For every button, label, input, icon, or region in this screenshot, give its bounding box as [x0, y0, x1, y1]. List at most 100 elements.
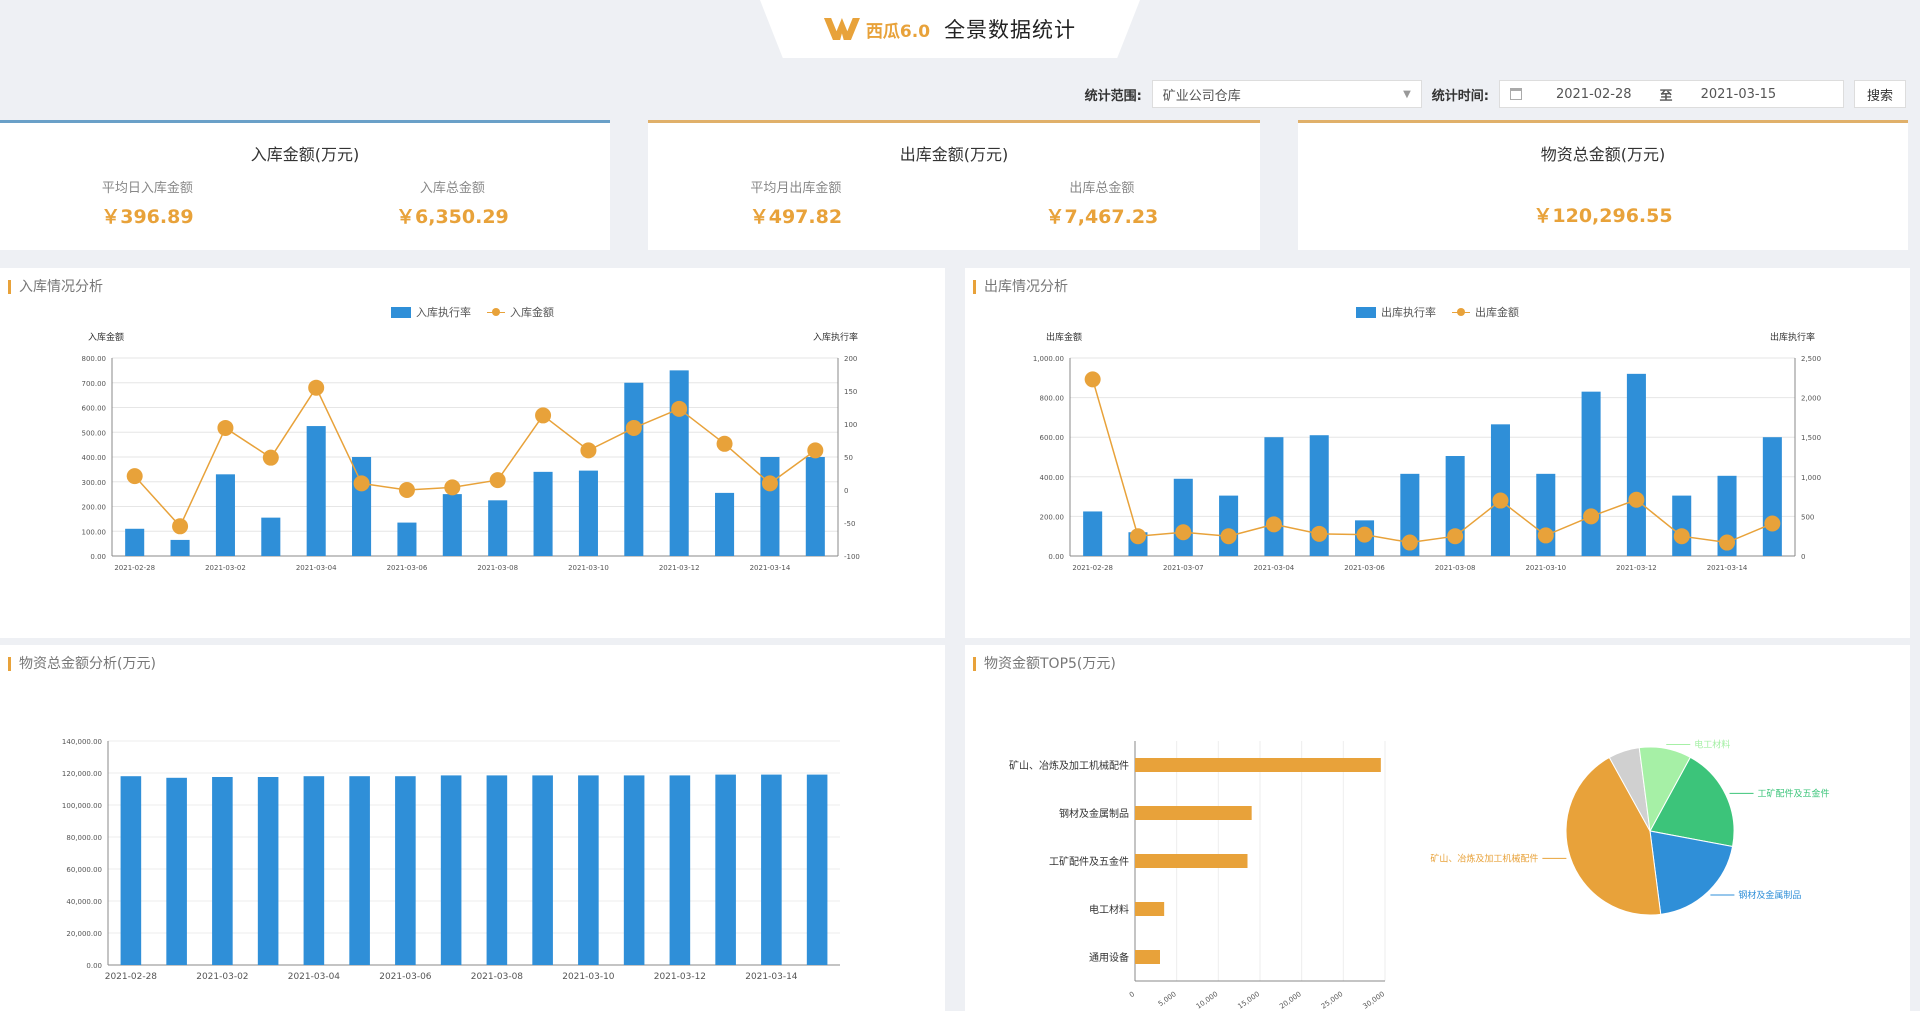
slice-label: 工矿配件及五金件	[1758, 787, 1830, 799]
line-point	[1719, 534, 1736, 551]
x-tick-label: 2021-03-08	[471, 972, 524, 982]
category-label: 通用设备	[1089, 951, 1129, 964]
kpi-sub-label: 入库总金额	[419, 181, 485, 196]
x-tick-label: 20,000	[1278, 990, 1303, 1011]
bar	[669, 370, 689, 556]
bar	[125, 528, 145, 556]
line-point	[807, 442, 824, 459]
bar	[1626, 373, 1646, 556]
y-tick-label: 140,000.00	[62, 738, 102, 746]
line-point	[308, 379, 325, 396]
x-tick-label: 2021-03-10	[562, 972, 615, 982]
line-point	[262, 449, 279, 466]
x-tick-label: 2021-03-14	[1707, 564, 1748, 572]
line-point	[217, 419, 234, 436]
bar	[761, 774, 782, 965]
search-button[interactable]: 搜索	[1853, 80, 1906, 108]
series-line	[1091, 379, 1773, 544]
bar	[303, 776, 325, 965]
kpi-value: ￥396.89	[101, 206, 194, 228]
y-tick-label: 0.00	[1048, 553, 1064, 561]
line-point	[1537, 527, 1554, 544]
y2-tick-label: 500	[1801, 513, 1814, 521]
bar	[623, 775, 645, 965]
y2-tick-label: 1,000	[1801, 474, 1821, 482]
x-tick-label: 2021-02-28	[105, 972, 158, 982]
kpi-value: ￥497.82	[749, 206, 843, 228]
y2-tick-label: 1,500	[1801, 434, 1821, 442]
bar	[1536, 473, 1556, 556]
line-point	[353, 475, 370, 492]
line-point	[1764, 515, 1781, 532]
scope-select[interactable]: 矿业公司仓库 ▼	[1151, 80, 1422, 108]
bar	[306, 426, 326, 556]
filter-bar: 统计范围: 矿业公司仓库 ▼ 统计时间: 2021-02-28 至 2021-0…	[1085, 80, 1906, 108]
x-tick-label: 15,000	[1236, 990, 1261, 1011]
x-tick-label: 2021-03-12	[659, 564, 700, 572]
x-tick-label: 2021-03-04	[288, 972, 341, 982]
panel-title: 物资金额TOP5(万元)	[973, 657, 1116, 671]
kpi-value: ￥6,350.29	[396, 206, 509, 228]
bar	[624, 382, 644, 556]
bar	[1264, 437, 1284, 556]
date-end[interactable]: 2021-03-15	[1701, 87, 1777, 102]
y-tick-label: 80,000.00	[66, 834, 102, 842]
bar	[669, 775, 691, 965]
bar	[397, 522, 417, 556]
y-tick-label: 600.00	[82, 405, 107, 413]
line-point	[1401, 534, 1418, 551]
x-tick-label: 2021-03-14	[745, 972, 798, 982]
panel-title: 物资总金额分析(万元)	[8, 657, 156, 671]
x-tick-label: 2021-03-08	[477, 564, 518, 572]
line-point	[1356, 526, 1373, 543]
x-tick-label: 2021-03-02	[196, 972, 248, 982]
y-tick-label: 400.00	[82, 454, 107, 462]
chevron-down-icon: ▼	[1403, 88, 1411, 100]
x-tick-label: 2021-03-12	[1616, 564, 1657, 572]
kpi-title: 出库金额(万元)	[899, 145, 1009, 164]
page-title: 全景数据统计	[944, 18, 1077, 42]
y2-axis-label: 入库执行率	[813, 331, 858, 343]
category-label: 矿山、冶炼及加工机械配件	[1009, 759, 1129, 772]
bar	[120, 776, 142, 965]
bar	[170, 539, 190, 556]
bar	[395, 776, 416, 965]
x-tick-label: 2021-03-10	[568, 564, 609, 572]
line-point	[1447, 528, 1464, 545]
bar	[488, 500, 508, 556]
line-point	[761, 475, 778, 492]
logo-text: 西瓜6.0	[865, 21, 931, 42]
line-point	[126, 468, 143, 485]
bar	[1581, 391, 1601, 556]
bar	[578, 470, 598, 556]
date-range-picker[interactable]: 2021-02-28 至 2021-03-15	[1498, 80, 1844, 108]
y-tick-label: 300.00	[82, 479, 107, 487]
y-tick-label: 0.00	[90, 553, 106, 561]
bar	[1490, 424, 1510, 556]
x-tick-label: 5,000	[1157, 990, 1178, 1008]
logo-mark-icon	[823, 18, 860, 40]
kpi-value: ￥7,467.23	[1045, 206, 1159, 228]
kpi-title: 入库金额(万元)	[250, 145, 360, 164]
bar	[1083, 511, 1103, 556]
bar	[442, 494, 462, 556]
kpi-sub-label: 平均月出库金额	[750, 181, 842, 196]
bar	[1135, 902, 1165, 916]
outbound-panel: 出库情况分析 出库执行率 出库金额 出库金额 出库执行率 0.00 200.00 400…	[965, 268, 1910, 638]
x-tick-label: 2021-02-28	[114, 564, 155, 572]
y2-tick-label: -50	[844, 520, 855, 528]
bar	[715, 492, 735, 556]
brand-logo: 西瓜6.0	[823, 17, 931, 42]
y2-tick-label: 0	[1801, 553, 1805, 561]
y2-tick-label: 100	[844, 421, 857, 429]
date-start[interactable]: 2021-02-28	[1556, 87, 1632, 102]
bar	[578, 775, 599, 965]
y-tick-label: 0.00	[86, 962, 102, 970]
y-axis-label: 出库金额	[1046, 331, 1082, 343]
scope-label: 统计范围:	[1084, 88, 1142, 104]
x-tick-label: 30,000	[1361, 990, 1386, 1011]
line-point	[1265, 516, 1282, 533]
y2-tick-label: 2,500	[1801, 355, 1821, 363]
kpi-inventory-card: 物资总金额(万元) ￥120,296.55	[1298, 120, 1908, 250]
bar	[166, 777, 187, 965]
